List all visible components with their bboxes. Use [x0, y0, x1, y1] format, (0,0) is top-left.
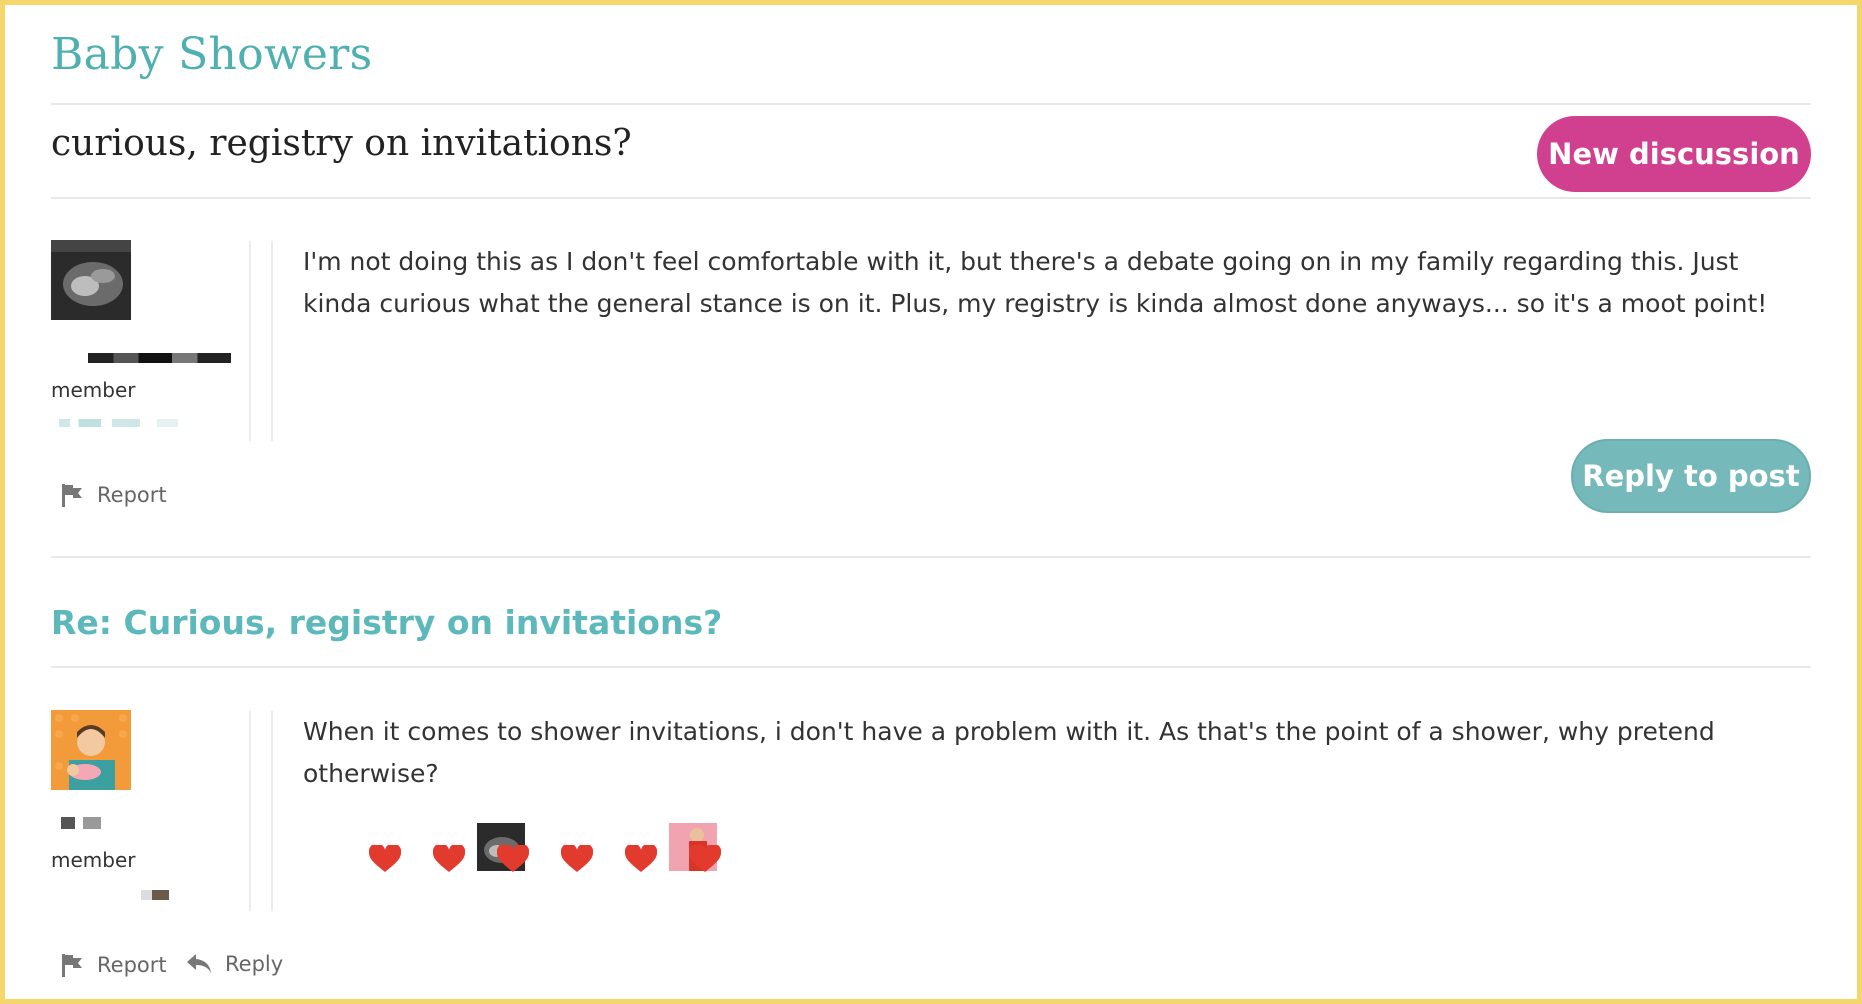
author-role: member	[51, 378, 136, 402]
report-label: Report	[97, 483, 167, 507]
heart-icon[interactable]	[497, 845, 529, 873]
divider	[271, 241, 273, 441]
heart-icon[interactable]	[625, 845, 657, 873]
divider	[249, 241, 251, 441]
reply-label: Reply	[225, 952, 284, 976]
redacted-username	[63, 353, 231, 363]
redacted-username	[61, 817, 101, 829]
author-role: member	[51, 848, 136, 872]
divider	[51, 197, 1811, 199]
reply-arrow-icon	[185, 952, 213, 976]
forum-title[interactable]: Baby Showers	[51, 29, 372, 80]
report-link[interactable]: Report	[59, 952, 167, 978]
divider	[51, 666, 1811, 668]
post-body: When it comes to shower invitations, i d…	[303, 717, 1715, 788]
divider	[249, 711, 251, 911]
redacted-stats	[141, 890, 169, 900]
reaction-list	[303, 823, 723, 873]
reply-to-post-button[interactable]: Reply to post	[1571, 439, 1811, 513]
flag-icon	[59, 482, 85, 508]
thread-title: curious, registry on invitations?	[51, 123, 632, 164]
new-discussion-button[interactable]: New discussion	[1537, 116, 1811, 192]
post-body: I'm not doing this as I don't feel comfo…	[303, 247, 1768, 318]
reply-link[interactable]: Reply	[185, 952, 283, 976]
heart-icon[interactable]	[689, 845, 721, 873]
divider	[51, 103, 1811, 105]
heart-icon[interactable]	[561, 845, 593, 873]
redacted-stats	[59, 419, 199, 427]
avatar[interactable]	[51, 710, 131, 790]
divider	[271, 711, 273, 911]
heart-icon[interactable]	[369, 845, 401, 873]
report-label: Report	[97, 953, 167, 977]
heart-icon[interactable]	[433, 845, 465, 873]
avatar[interactable]	[51, 240, 131, 320]
reply-title[interactable]: Re: Curious, registry on invitations?	[51, 603, 722, 642]
divider	[51, 556, 1811, 558]
flag-icon	[59, 952, 85, 978]
report-link[interactable]: Report	[59, 482, 167, 508]
page-frame: Baby Showers curious, registry on invita…	[0, 0, 1862, 1004]
